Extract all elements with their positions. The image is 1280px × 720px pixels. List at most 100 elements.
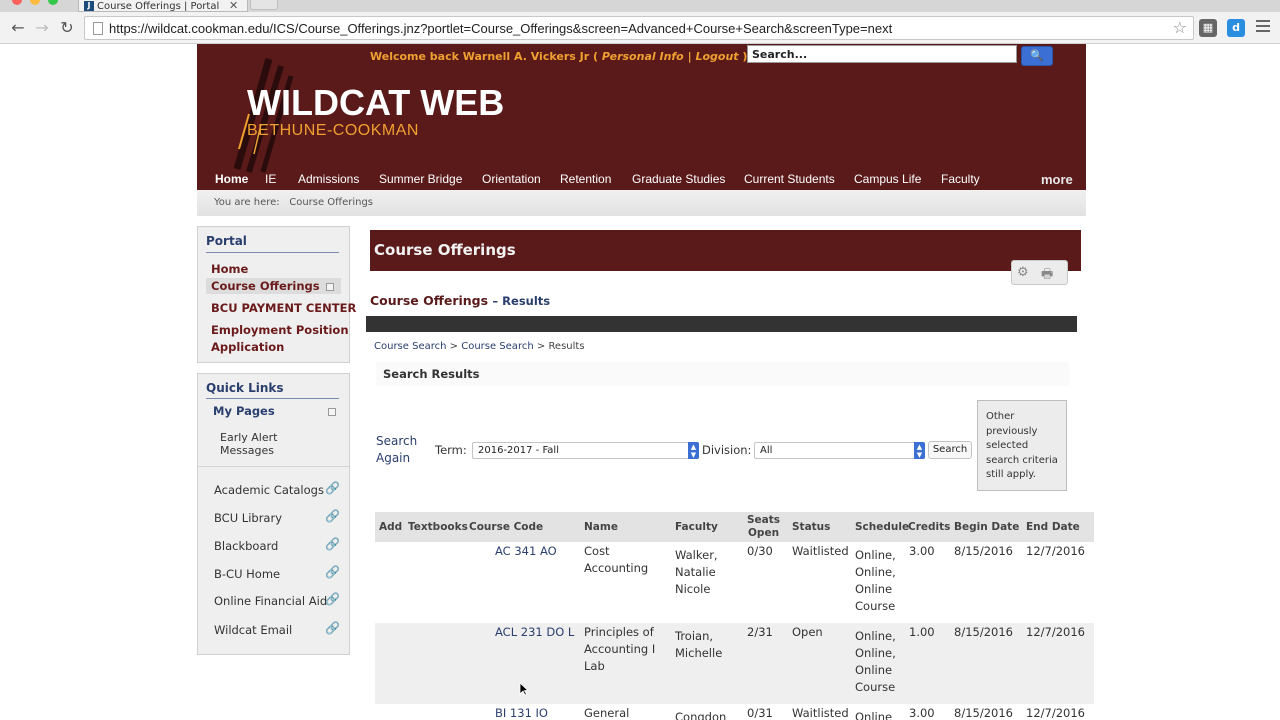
gear-icon[interactable]: ⚙: [1017, 265, 1029, 280]
breadcrumb: You are here: Course Offerings: [197, 190, 1086, 216]
nav-home[interactable]: Home: [215, 172, 248, 186]
results-title: Course Offerings – Results: [370, 293, 550, 308]
table-row: AC 341 AO Cost Accounting Walker, Natali…: [375, 542, 1094, 623]
faculty-name: Walker, Natalie Nicole: [675, 547, 718, 598]
close-tab-icon[interactable]: ✕: [229, 0, 238, 11]
page-icon: [93, 22, 103, 35]
welcome-text: Welcome back Warnell A. Vickers Jr (: [370, 50, 599, 63]
separator: |: [687, 50, 692, 63]
table-row: BI 131 IO General Congdon 0/31 Waitliste…: [375, 704, 1094, 720]
back-arrow-icon[interactable]: ←: [8, 18, 28, 38]
minimize-window-button[interactable]: [30, 0, 40, 5]
schedule: Online: [855, 710, 893, 720]
quick-link-financial-aid[interactable]: Online Financial Aid: [214, 594, 327, 608]
early-alert-link[interactable]: Early Alert: [220, 431, 277, 444]
end-date: 12/7/2016: [1026, 544, 1085, 558]
search-button[interactable]: Search: [928, 441, 972, 459]
extension-icon[interactable]: ▦: [1199, 19, 1217, 37]
nav-orientation[interactable]: Orientation: [482, 172, 541, 186]
quick-link-academic-catalogs[interactable]: Academic Catalogs: [214, 483, 324, 497]
nav-faculty[interactable]: Faculty: [941, 172, 980, 186]
divider: [206, 398, 339, 399]
col-open: Open: [748, 527, 780, 539]
seats-open: 2/31: [747, 625, 773, 639]
browser-tab[interactable]: J Course Offerings | Portal ✕: [78, 0, 248, 12]
begin-date: 8/15/2016: [954, 625, 1013, 639]
personal-info-link[interactable]: Personal Info: [602, 50, 684, 63]
external-link-icon: 🔗: [325, 509, 340, 523]
external-link-icon: 🔗: [325, 481, 340, 495]
print-icon[interactable]: 🖶: [1041, 265, 1053, 287]
quick-link-bcu-home[interactable]: B-CU Home: [214, 567, 280, 581]
col-seats: Seats: [747, 514, 781, 526]
nav-retention[interactable]: Retention: [560, 172, 611, 186]
schedule-line: Course: [855, 599, 896, 613]
nav-admissions[interactable]: Admissions: [298, 172, 359, 186]
quick-link-blackboard[interactable]: Blackboard: [214, 539, 278, 553]
course-code-link[interactable]: ACL 231 DO L: [495, 624, 574, 641]
browser-tabstrip: J Course Offerings | Portal ✕: [0, 0, 1280, 12]
quick-link-bcu-library[interactable]: BCU Library: [214, 511, 282, 525]
portal-link-employment[interactable]: Employment Position: [211, 323, 349, 337]
breadcrumb-prefix: You are here:: [214, 197, 280, 208]
site-search-input[interactable]: Search...: [747, 45, 1017, 63]
portal-box: Portal Home Course Offerings BCU PAYMENT…: [197, 226, 356, 363]
schedule-line: Online: [855, 582, 893, 596]
close-window-button[interactable]: [12, 0, 22, 5]
crumb-course-search-1[interactable]: Course Search: [374, 341, 446, 352]
nav-campus-life[interactable]: Campus Life: [854, 172, 921, 186]
portlet-title: Course Offerings: [374, 241, 516, 259]
address-bar[interactable]: https://wildcat.cookman.edu/ICS/Course_O…: [84, 16, 1194, 40]
crumb-course-search-2[interactable]: Course Search: [461, 341, 533, 352]
zoom-window-button[interactable]: [48, 0, 58, 5]
results-title-suffix: – Results: [492, 294, 551, 308]
course-code-link[interactable]: BI 131 IO: [495, 705, 548, 720]
portal-link-home[interactable]: Home: [211, 262, 248, 276]
search-again-line1: Search: [376, 434, 418, 448]
my-pages-link[interactable]: My Pages: [213, 404, 275, 418]
quick-link-wildcat-email[interactable]: Wildcat Email: [214, 623, 292, 637]
col-name[interactable]: Name: [584, 521, 618, 534]
faculty-name: Congdon: [675, 710, 727, 720]
nav-more[interactable]: more: [1041, 172, 1073, 187]
end-date: 12/7/2016: [1026, 706, 1085, 720]
portal-link-course-offerings[interactable]: Course Offerings: [206, 278, 341, 294]
site-search-button[interactable]: 🔍: [1021, 46, 1053, 66]
seats-open: 0/30: [747, 544, 773, 558]
collapse-icon[interactable]: [326, 283, 334, 291]
forward-arrow-icon[interactable]: →: [32, 18, 52, 38]
nav-summer-bridge[interactable]: Summer Bridge: [379, 172, 462, 186]
collapse-icon[interactable]: [328, 408, 336, 416]
browser-toolbar: ← → ↻ https://wildcat.cookman.edu/ICS/Co…: [0, 12, 1280, 44]
top-navigation: Home IE Admissions Summer Bridge Orienta…: [197, 168, 1086, 190]
schedule-line: Online,: [855, 548, 896, 562]
course-code-link[interactable]: AC 341 AO: [495, 543, 557, 560]
d-extension-icon[interactable]: d: [1227, 19, 1245, 37]
browser-menu-icon[interactable]: [1256, 20, 1270, 35]
breadcrumb-current[interactable]: Course Offerings: [289, 197, 373, 208]
col-faculty[interactable]: Faculty: [675, 521, 718, 534]
early-alert-link-line2[interactable]: Messages: [220, 444, 274, 457]
nav-graduate-studies[interactable]: Graduate Studies: [632, 172, 725, 186]
nav-ie[interactable]: IE: [265, 172, 276, 186]
logout-link[interactable]: Logout: [695, 50, 738, 63]
division-select[interactable]: All ▲ ▼: [754, 442, 925, 459]
nav-current-students[interactable]: Current Students: [744, 172, 835, 186]
portlet-tools: ⚙ 🖶: [1011, 260, 1068, 285]
portal-heading: Portal: [206, 234, 247, 248]
new-tab-button[interactable]: [250, 0, 278, 10]
portal-link-application[interactable]: Application: [211, 340, 284, 354]
course-name-line: Accounting I: [584, 642, 656, 656]
begin-date: 8/15/2016: [954, 706, 1013, 720]
search-icon: 🔍: [1030, 49, 1044, 62]
term-select[interactable]: 2016-2017 - Fall ▲ ▼: [472, 442, 699, 459]
chevron-updown-icon: ▲ ▼: [914, 442, 925, 459]
portal-link-payment-center[interactable]: BCU PAYMENT CENTER: [211, 301, 356, 315]
schedule-line: Online: [855, 663, 893, 677]
url-text: https://wildcat.cookman.edu/ICS/Course_O…: [109, 21, 893, 36]
external-link-icon: 🔗: [325, 621, 340, 635]
reload-icon[interactable]: ↻: [57, 18, 77, 38]
bookmark-star-icon[interactable]: ☆: [1173, 18, 1187, 37]
col-course-code[interactable]: Course Code: [469, 521, 543, 534]
search-again-link[interactable]: Search Again: [376, 433, 417, 467]
